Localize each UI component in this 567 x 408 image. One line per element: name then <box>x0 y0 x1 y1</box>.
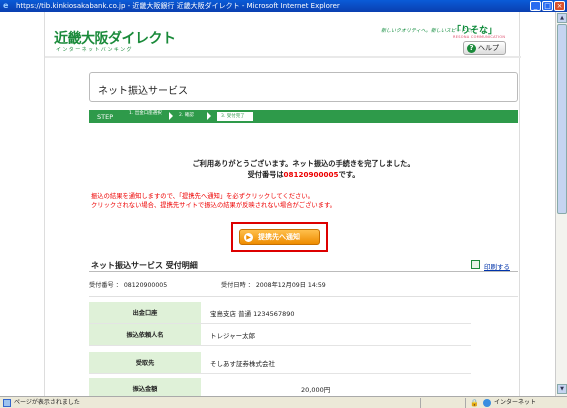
minimize-button[interactable]: _ <box>530 1 541 11</box>
bank-logo-subtitle: インターネットバンキング <box>56 47 133 53</box>
row-value: 20,000円 <box>301 385 331 394</box>
print-link[interactable]: 印刷する <box>484 261 510 271</box>
help-button[interactable]: ? ヘルプ <box>463 41 506 55</box>
step-1: 1. 出金口座選択 <box>129 111 162 116</box>
internet-explorer-icon: e <box>3 1 9 10</box>
step-label: STEP <box>97 113 114 121</box>
notice-line2: クリックされない場合、提携先サイトで振込の結果が反映されない場合がございます。 <box>91 202 336 209</box>
lock-icon[interactable]: 🔒 <box>470 399 479 407</box>
table-row: 出金口座 宝島支店 普通 1234567890 <box>89 302 471 324</box>
scroll-thumb[interactable] <box>557 24 567 214</box>
status-divider <box>465 398 466 408</box>
window-titlebar: e https://tib.kinkiosakabank.co.jp - 近畿大… <box>0 0 567 12</box>
close-button[interactable]: × <box>554 1 565 11</box>
reference-number: 08120900005 <box>283 170 339 179</box>
reference-number-label: 受付番号 ： 08120900005 <box>89 282 168 289</box>
print-icon[interactable] <box>471 260 480 269</box>
table-row: 振込金額 20,000円 <box>89 378 471 396</box>
service-title-box: ネット振込サービス <box>89 72 518 102</box>
row-value: トレジャー太郎 <box>210 331 256 340</box>
reference-suffix: です。 <box>338 170 360 179</box>
browser-viewport: 近畿大阪ダイレクト インターネットバンキング 新しいクオリティへ。新しいスピード… <box>0 12 567 396</box>
site-header: 近畿大阪ダイレクト インターネットバンキング 新しいクオリティへ。新しいスピード… <box>45 12 521 58</box>
maximize-button[interactable]: □ <box>542 1 553 11</box>
help-icon: ? <box>467 44 476 53</box>
vertical-scrollbar[interactable]: ▲ ▼ <box>555 12 567 396</box>
scroll-up-icon[interactable]: ▲ <box>557 13 567 23</box>
page-icon <box>3 399 11 407</box>
row-label: 受取先 <box>89 352 201 373</box>
bank-logo[interactable]: 近畿大阪ダイレクト <box>54 28 176 48</box>
window-controls: _ □ × <box>530 1 565 11</box>
receipt-header: ネット振込サービス 受付明細 印刷する <box>89 258 518 272</box>
notify-partner-button[interactable]: ▶ 提携先へ通知 <box>239 229 320 245</box>
step-3-current: 3. 受付完了 <box>217 112 253 121</box>
row-label: 振込依頼人名 <box>89 324 201 345</box>
reference-prefix: 受付番号は <box>247 170 284 179</box>
receipt-datetime: 受付日時 ： 2008年12月09日 14:59 <box>221 282 326 289</box>
row-label: 出金口座 <box>89 302 201 323</box>
step-arrow-icon <box>169 112 173 120</box>
receipt-meta: 受付番号 ： 08120900005 受付日時 ： 2008年12月09日 14… <box>89 278 518 290</box>
table-row: 受取先 そしあす証券株式会社 <box>89 352 471 374</box>
page-content: 近畿大阪ダイレクト インターネットバンキング 新しいクオリティへ。新しいスピード… <box>44 12 521 396</box>
status-divider <box>420 398 421 408</box>
completion-line2: 受付番号は08120900005です。 <box>89 169 518 180</box>
notify-button-highlight: ▶ 提携先へ通知 <box>231 222 328 252</box>
page-title: ネット振込サービス <box>98 86 188 97</box>
row-value: そしあす証券株式会社 <box>210 359 275 368</box>
row-label: 振込金額 <box>89 378 201 396</box>
receipt-detail-divider <box>89 296 518 297</box>
help-label: ヘルプ <box>478 44 499 52</box>
window-title: https://tib.kinkiosakabank.co.jp - 近畿大阪銀… <box>16 2 340 10</box>
step-arrow-icon <box>207 112 211 120</box>
notice-line1: 振込の結果を通知しますので、「提携先へ通知」を必ずクリックしてください。 <box>91 193 314 200</box>
security-zone: インターネット <box>494 399 537 406</box>
notice-message: 振込の結果を通知しますので、「提携先へ通知」を必ずクリックしてください。 クリッ… <box>91 192 491 210</box>
internet-zone-icon <box>483 399 491 407</box>
step-indicator: STEP 1. 出金口座選択 2. 確認 3. 受付完了 <box>89 110 518 123</box>
arrow-right-icon: ▶ <box>244 233 253 242</box>
receipt-title: ネット振込サービス 受付明細 <box>91 261 198 270</box>
row-value: 宝島支店 普通 1234567890 <box>210 309 295 318</box>
group-logo-subtitle: RESONA COMMUNICATION <box>453 35 506 39</box>
scroll-down-icon[interactable]: ▼ <box>557 384 567 394</box>
step-2: 2. 確認 <box>179 113 194 118</box>
completion-message: ご利用ありがとうございます。ネット振込の手続きを完了しました。 受付番号は081… <box>89 158 518 180</box>
completion-line1: ご利用ありがとうございます。ネット振込の手続きを完了しました。 <box>192 159 415 168</box>
status-bar: ページが表示されました 🔒 インターネット <box>0 396 567 408</box>
status-text: ページが表示されました <box>14 399 80 406</box>
notify-partner-label: 提携先へ通知 <box>258 233 300 241</box>
table-row: 振込依頼人名 トレジャー太郎 <box>89 324 471 346</box>
